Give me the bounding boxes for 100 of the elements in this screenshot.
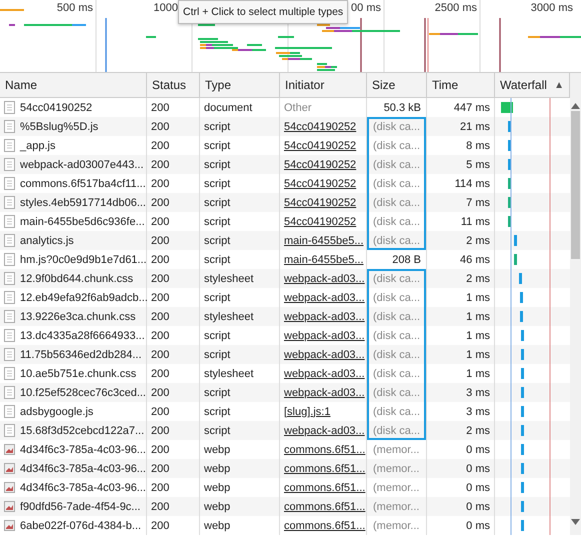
status-cell: 200 (151, 272, 170, 284)
status-cell: 200 (151, 330, 170, 342)
initiator-link[interactable]: 54cc04190252 (284, 140, 356, 152)
type-cell: stylesheet (204, 368, 254, 380)
size-cell: (disk ca... (367, 269, 427, 288)
initiator-link[interactable]: [slug].js:1 (284, 406, 330, 418)
file-icon (4, 234, 15, 247)
name-cell[interactable]: _app.js (20, 140, 56, 152)
name-cell[interactable]: main-6455be5d6c936fe... (20, 216, 145, 228)
scroll-down-icon[interactable] (571, 519, 580, 525)
initiator-link[interactable]: commons.6f51... (284, 444, 366, 456)
name-cell[interactable]: analytics.js (20, 234, 74, 246)
time-cell: 1 ms (466, 368, 490, 380)
waterfall-bar-icon (520, 330, 524, 341)
initiator-link[interactable]: webpack-ad03... (284, 368, 365, 380)
name-cell[interactable]: 4d34f6c3-785a-4c03-96... (20, 444, 146, 456)
waterfall-bar-icon (520, 292, 522, 303)
status-cell: 200 (151, 234, 170, 246)
time-cell: 1 ms (466, 348, 490, 360)
status-cell: 200 (151, 178, 170, 190)
file-icon (4, 253, 15, 266)
column-header[interactable]: Size (367, 73, 427, 97)
time-cell: 2 ms (466, 424, 490, 436)
name-cell[interactable]: 10.f25ef528cec76c3ced... (20, 386, 146, 398)
initiator-link[interactable]: main-6455be5... (284, 254, 364, 266)
file-icon (4, 196, 15, 209)
initiator-link[interactable]: webpack-ad03... (284, 310, 365, 322)
initiator-link[interactable]: 54cc04190252 (284, 178, 356, 190)
type-cell: webp (204, 444, 230, 456)
type-cell: script (204, 292, 230, 304)
name-cell[interactable]: adsbygoogle.js (20, 406, 94, 418)
name-cell[interactable]: hm.js?0c0e9d9b1e7d61... (20, 254, 147, 266)
initiator-link[interactable]: commons.6f51... (284, 482, 366, 494)
name-cell[interactable]: f90dfd56-7ade-4f54-9c... (20, 500, 140, 512)
initiator-link[interactable]: webpack-ad03... (284, 292, 365, 304)
status-cell: 200 (151, 158, 170, 170)
name-cell[interactable]: 13.9226e3ca.chunk.css (20, 310, 136, 322)
initiator-link[interactable]: 54cc04190252 (284, 120, 356, 132)
name-cell[interactable]: 4d34f6c3-785a-4c03-96... (20, 482, 146, 494)
time-cell: 114 ms (454, 178, 490, 190)
name-cell[interactable]: webpack-ad03007e443... (20, 158, 144, 170)
initiator-link[interactable]: webpack-ad03... (284, 424, 365, 436)
size-cell: (disk ca... (367, 231, 427, 250)
file-icon (4, 139, 15, 152)
time-cell: 447 ms (454, 102, 490, 114)
initiator-link[interactable]: webpack-ad03... (284, 330, 365, 342)
initiator-link[interactable]: webpack-ad03... (284, 386, 365, 398)
initiator-link[interactable]: commons.6f51... (284, 462, 366, 474)
type-cell: webp (204, 482, 230, 494)
name-cell[interactable]: 6abe022f-076d-4384-b... (20, 520, 142, 532)
column-header[interactable]: Initiator (280, 73, 367, 97)
name-cell[interactable]: 13.dc4335a28f6664933... (20, 330, 145, 342)
status-cell: 200 (151, 292, 170, 304)
type-cell: webp (204, 520, 230, 532)
column-header[interactable]: Time (427, 73, 495, 97)
name-cell[interactable]: %5Bslug%5D.js (20, 120, 98, 132)
initiator-link[interactable]: 54cc04190252 (284, 216, 356, 228)
status-cell: 200 (151, 140, 170, 152)
status-cell: 200 (151, 120, 170, 132)
waterfall-bar-icon (520, 520, 524, 531)
name-cell[interactable]: 12.eb49efa92f6ab9adcb... (20, 292, 148, 304)
time-cell: 2 ms (466, 234, 490, 246)
waterfall-bar-icon (508, 197, 511, 208)
time-cell: 3 ms (466, 386, 490, 398)
name-cell[interactable]: styles.4eb5917714db06... (20, 196, 146, 208)
name-cell[interactable]: 4d34f6c3-785a-4c03-96... (20, 462, 146, 474)
time-tick-label: 3000 ms (530, 1, 573, 16)
column-header[interactable]: Name (0, 73, 147, 97)
name-cell[interactable]: 12.9f0bd644.chunk.css (20, 272, 134, 284)
status-cell: 200 (151, 348, 170, 360)
name-cell[interactable]: commons.6f517ba4cf11... (20, 178, 146, 190)
scrollbar[interactable] (570, 73, 581, 535)
name-cell[interactable]: 11.75b56346ed2db284... (20, 348, 142, 360)
size-cell: (memor... (367, 516, 427, 535)
name-cell[interactable]: 15.68f3d52cebcd122a7... (20, 424, 144, 436)
status-cell: 200 (151, 310, 170, 322)
initiator-link[interactable]: 54cc04190252 (284, 158, 356, 170)
column-header[interactable]: Status (147, 73, 200, 97)
name-cell[interactable]: 54cc04190252 (20, 102, 92, 114)
file-icon (4, 386, 15, 399)
initiator-link[interactable]: commons.6f51... (284, 500, 366, 512)
scroll-up-icon[interactable] (571, 103, 580, 109)
initiator-link[interactable]: webpack-ad03... (284, 348, 365, 360)
status-cell: 200 (151, 520, 170, 532)
waterfall-bar-icon (508, 159, 511, 170)
waterfall-bar-icon (520, 387, 524, 398)
scrollbar-thumb[interactable] (571, 111, 580, 259)
name-cell[interactable]: 10.ae5b751e.chunk.css (20, 368, 136, 380)
time-cell: 7 ms (466, 196, 490, 208)
time-cell: 1 ms (466, 310, 490, 322)
initiator-link[interactable]: commons.6f51... (284, 520, 366, 532)
time-cell: 1 ms (466, 330, 490, 342)
status-cell: 200 (151, 482, 170, 494)
waterfall-bar-icon (520, 501, 524, 512)
file-icon (4, 424, 15, 437)
initiator-link[interactable]: webpack-ad03... (284, 272, 365, 284)
initiator-link[interactable]: main-6455be5... (284, 234, 364, 246)
image-icon (4, 481, 15, 494)
initiator-link[interactable]: 54cc04190252 (284, 196, 356, 208)
column-header[interactable]: Type (200, 73, 280, 97)
